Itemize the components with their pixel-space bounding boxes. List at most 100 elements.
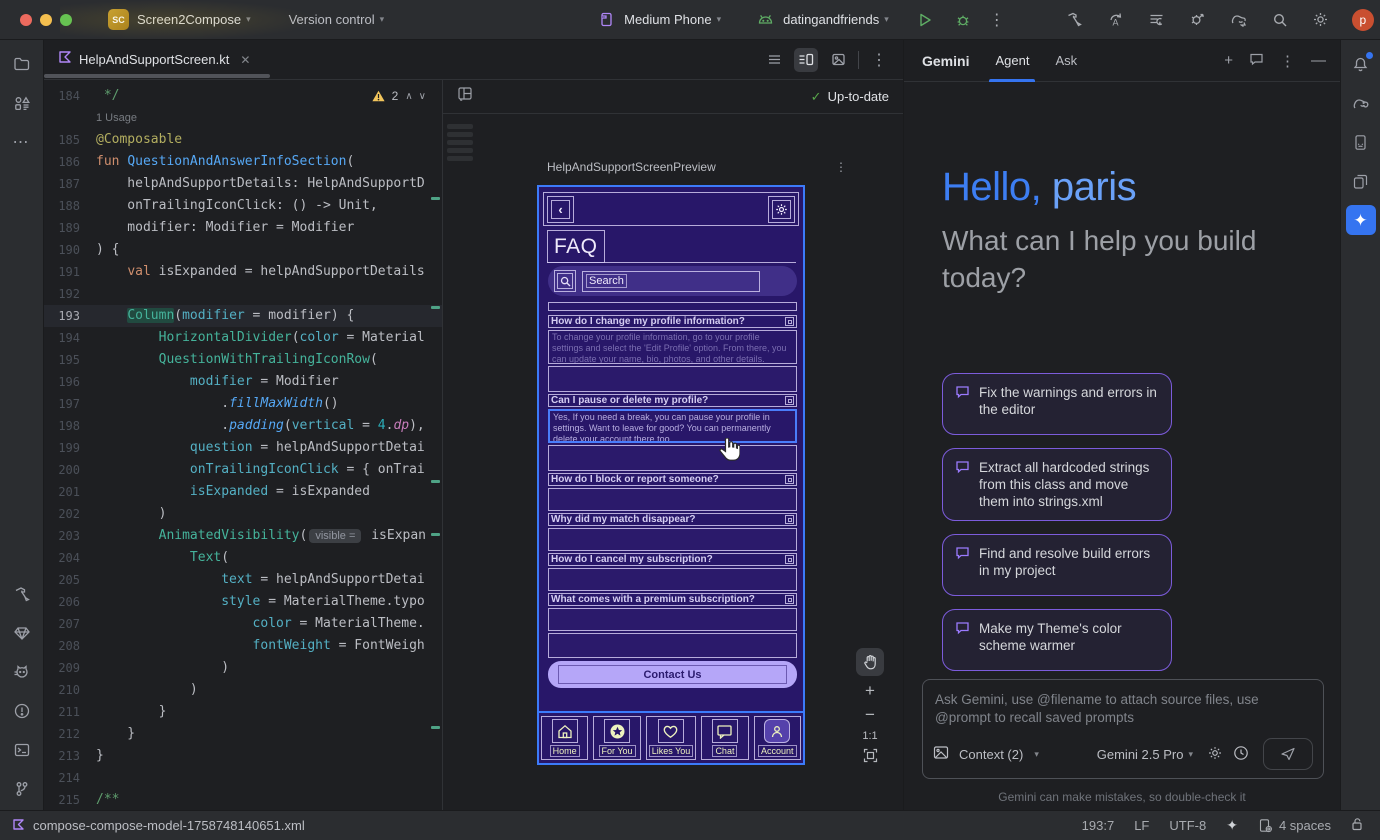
device-manager-tool-button[interactable] xyxy=(1346,127,1376,157)
gemini-suggestion-chip[interactable]: Extract all hardcoded strings from this … xyxy=(942,448,1172,521)
caret-position[interactable]: 193:7 xyxy=(1082,818,1115,833)
faq-answer-box[interactable]: Yes, If you need a break, you can pause … xyxy=(548,409,797,443)
code-line[interactable]: 212 } xyxy=(44,723,442,745)
code-line[interactable]: 187 helpAndSupportDetails: HelpAndSuppor… xyxy=(44,173,442,195)
gemini-suggestion-chip[interactable]: Find and resolve build errors in my proj… xyxy=(942,534,1172,596)
code-line[interactable]: 195 QuestionWithTrailingIconRow( xyxy=(44,349,442,371)
problems-tool-button[interactable] xyxy=(7,696,37,726)
zoom-out-button[interactable]: − xyxy=(865,706,875,724)
expand-toggle-icon[interactable] xyxy=(785,396,794,405)
run-button[interactable] xyxy=(915,10,935,30)
code-line[interactable]: 185@Composable xyxy=(44,129,442,151)
more-tools-button[interactable]: ⋯ xyxy=(7,127,37,157)
code-line[interactable]: 192 xyxy=(44,283,442,305)
settings-button[interactable] xyxy=(768,196,795,223)
change-marker[interactable] xyxy=(431,533,440,536)
change-marker[interactable] xyxy=(431,726,440,729)
change-marker[interactable] xyxy=(431,197,440,200)
code-line[interactable]: 209 ) xyxy=(44,657,442,679)
device-selector[interactable]: Medium Phone ▾ xyxy=(596,10,725,30)
code-view-button[interactable] xyxy=(762,48,786,72)
gemini-suggestion-chip[interactable]: Fix the warnings and errors in the edito… xyxy=(942,373,1172,435)
hide-panel-icon[interactable]: — xyxy=(1311,52,1326,69)
ai-transform-icon[interactable]: A xyxy=(1106,10,1126,30)
code-line[interactable]: 205 text = helpAndSupportDetai xyxy=(44,569,442,591)
build-hammer-icon[interactable] xyxy=(1065,10,1085,30)
pan-tool-button[interactable] xyxy=(856,648,884,676)
build-tool-button[interactable] xyxy=(7,579,37,609)
gradle-sync-icon[interactable] xyxy=(1229,10,1249,30)
design-view-button[interactable] xyxy=(826,48,850,72)
model-dropdown[interactable]: Gemini 2.5 Pro ▾ xyxy=(1097,747,1197,762)
send-prompt-button[interactable] xyxy=(1263,738,1313,770)
app-quality-insights-tool-button[interactable] xyxy=(7,618,37,648)
layout-grid-icon[interactable] xyxy=(457,86,473,107)
project-selector[interactable]: Screen2Compose ▾ xyxy=(129,12,255,27)
nav-item-home[interactable]: Home xyxy=(541,716,588,760)
change-marker[interactable] xyxy=(431,306,440,309)
terminal-tool-button[interactable] xyxy=(7,735,37,765)
file-encoding[interactable]: UTF-8 xyxy=(1169,818,1206,833)
preview-item-kebab[interactable]: ⋮ xyxy=(835,160,847,174)
zoom-in-button[interactable]: + xyxy=(865,682,875,700)
contact-us-button[interactable]: Contact Us xyxy=(548,661,797,688)
faq-question-row[interactable]: How do I block or report someone? xyxy=(548,473,797,486)
tab-ask[interactable]: Ask xyxy=(1055,40,1077,82)
back-button[interactable]: ‹ xyxy=(547,196,574,223)
close-window-button[interactable] xyxy=(20,14,32,26)
minimize-window-button[interactable] xyxy=(40,14,52,26)
resource-manager-tool-button[interactable] xyxy=(7,88,37,118)
zoom-ratio-button[interactable]: 1:1 xyxy=(862,730,877,742)
chat-history-icon[interactable] xyxy=(1249,52,1264,70)
status-file-name[interactable]: compose-compose-model-1758748140651.xml xyxy=(33,818,305,833)
logcat-tool-button[interactable] xyxy=(7,657,37,687)
more-actions-kebab[interactable]: ⋮ xyxy=(987,10,1007,30)
vcs-menu[interactable]: Version control ▾ xyxy=(281,12,389,27)
code-line[interactable]: 213} xyxy=(44,745,442,767)
settings-gear-icon[interactable] xyxy=(1311,10,1331,30)
new-chat-plus-icon[interactable]: + xyxy=(1224,52,1233,69)
code-line[interactable]: 211 } xyxy=(44,701,442,723)
code-line[interactable]: 189 modifier: Modifier = Modifier xyxy=(44,217,442,239)
expand-toggle-icon[interactable] xyxy=(785,317,794,326)
search-icon[interactable] xyxy=(1270,10,1290,30)
profiler-icon[interactable] xyxy=(1188,10,1208,30)
code-line[interactable]: 188 onTrailingIconClick: () -> Unit, xyxy=(44,195,442,217)
faq-question-row[interactable]: How do I cancel my subscription? xyxy=(548,553,797,566)
nav-item-for-you[interactable]: For You xyxy=(593,716,640,760)
prompt-settings-gear-icon[interactable] xyxy=(1207,745,1223,764)
gemini-options-kebab[interactable]: ⋮ xyxy=(1280,52,1295,70)
code-line[interactable]: 210 ) xyxy=(44,679,442,701)
prompt-history-clock-icon[interactable] xyxy=(1233,745,1249,764)
gradle-tool-button[interactable] xyxy=(1346,88,1376,118)
code-editor[interactable]: 184 */1 Usage185@Composable186fun Questi… xyxy=(44,80,443,810)
expand-toggle-icon[interactable] xyxy=(785,515,794,524)
code-line[interactable]: 186fun QuestionAndAnswerInfoSection( xyxy=(44,151,442,173)
lock-icon[interactable] xyxy=(1351,817,1364,834)
running-devices-tool-button[interactable] xyxy=(1346,166,1376,196)
expand-toggle-icon[interactable] xyxy=(785,555,794,564)
version-control-tool-button[interactable] xyxy=(7,774,37,804)
indent-setting[interactable]: 4 spaces xyxy=(1258,818,1331,833)
debug-button[interactable] xyxy=(953,10,973,30)
nav-item-likes-you[interactable]: Likes You xyxy=(646,716,697,760)
gemini-status-icon[interactable]: ✦ xyxy=(1226,817,1238,834)
code-line[interactable]: 194 HorizontalDivider(color = Material xyxy=(44,327,442,349)
faq-question-row[interactable]: What comes with a premium subscription? xyxy=(548,593,797,606)
code-line[interactable]: 207 color = MaterialTheme. xyxy=(44,613,442,635)
close-tab-icon[interactable]: ✕ xyxy=(240,53,250,67)
code-line[interactable]: 199 question = helpAndSupportDetai xyxy=(44,437,442,459)
code-line[interactable]: 215/** xyxy=(44,789,442,810)
code-line[interactable]: 191 val isExpanded = helpAndSupportDetai… xyxy=(44,261,442,283)
inspections-widget[interactable]: 2 ∧∨ xyxy=(368,88,436,104)
code-line[interactable]: 204 Text( xyxy=(44,547,442,569)
code-line[interactable]: 201 isExpanded = isExpanded xyxy=(44,481,442,503)
code-line[interactable]: 193 Column(modifier = modifier) { xyxy=(44,305,442,327)
nav-item-account[interactable]: Account xyxy=(754,716,801,760)
code-line[interactable]: 200 onTrailingIconClick = { onTrai xyxy=(44,459,442,481)
code-line[interactable]: 214 xyxy=(44,767,442,789)
user-avatar[interactable]: p xyxy=(1352,9,1374,31)
task-list-icon[interactable] xyxy=(1147,10,1167,30)
expand-toggle-icon[interactable] xyxy=(785,475,794,484)
project-tool-button[interactable] xyxy=(7,49,37,79)
